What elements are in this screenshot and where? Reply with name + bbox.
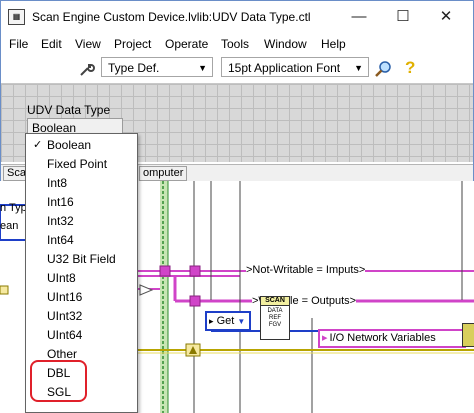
dropdown-arrow-icon: ▼	[237, 317, 246, 326]
title-bar[interactable]: ▦ Scan Engine Custom Device.lvlib:UDV Da…	[1, 1, 473, 33]
menu-file[interactable]: File	[9, 37, 28, 51]
menu-tools[interactable]: Tools	[221, 37, 249, 51]
option-int16[interactable]: Int16	[26, 193, 137, 212]
option-int8[interactable]: Int8	[26, 174, 137, 193]
font-dropdown[interactable]: 15pt Application Font ▼	[221, 57, 369, 77]
option-uint32[interactable]: UInt32	[26, 307, 137, 326]
scan-data-ref-fgv-icon[interactable]: SCAN DATA REF FGV	[260, 296, 290, 340]
minimize-button[interactable]: —	[337, 4, 381, 30]
window-title: Scan Engine Custom Device.lvlib:UDV Data…	[32, 10, 311, 24]
chevron-down-icon: ▼	[198, 63, 207, 73]
option-uint64[interactable]: UInt64	[26, 326, 137, 345]
chevron-down-icon: ▼	[354, 63, 363, 73]
io-network-variables-constant[interactable]: ▸ I/O Network Variables	[318, 329, 466, 348]
checkmark-icon: ✓	[33, 139, 43, 151]
arrow-icon: ▸	[209, 316, 214, 326]
red-highlight-annotation	[30, 360, 87, 402]
menu-edit[interactable]: Edit	[41, 37, 62, 51]
option-boolean[interactable]: ✓ Boolean	[26, 136, 137, 155]
node-fragment	[462, 323, 474, 347]
maximize-button[interactable]: ☐	[381, 4, 425, 30]
left-value-label: ean	[0, 220, 19, 232]
case-structure-border	[160, 181, 168, 413]
option-fixed-point[interactable]: Fixed Point	[26, 155, 137, 174]
option-int32[interactable]: Int32	[26, 212, 137, 231]
labview-app-icon[interactable]: ▦	[8, 9, 25, 25]
menu-bar: File Edit View Project Operate Tools Win…	[1, 33, 473, 53]
menu-operate[interactable]: Operate	[165, 37, 208, 51]
arrow-icon: ▸	[322, 332, 328, 344]
left-type-label: n Typ	[0, 202, 27, 214]
option-int64[interactable]: Int64	[26, 231, 137, 250]
control-type-dropdown[interactable]: Type Def. ▼	[101, 57, 213, 77]
close-button[interactable]: ✕	[424, 4, 468, 30]
option-uint8[interactable]: UInt8	[26, 269, 137, 288]
search-icon[interactable]	[373, 59, 393, 79]
option-u32-bit-field[interactable]: U32 Bit Field	[26, 250, 137, 269]
status-target: omputer	[139, 166, 187, 181]
option-uint16[interactable]: UInt16	[26, 288, 137, 307]
control-label: UDV Data Type	[27, 103, 111, 117]
menu-project[interactable]: Project	[114, 37, 151, 51]
menu-help[interactable]: Help	[321, 37, 346, 51]
case-label-not-writable[interactable]: >Not-Writable = Imputs>	[246, 264, 366, 276]
wrench-icon[interactable]	[79, 61, 95, 77]
menu-window[interactable]: Window	[264, 37, 307, 51]
menu-view[interactable]: View	[75, 37, 101, 51]
get-enum-constant[interactable]: ▸ Get ▼	[205, 311, 251, 331]
toolbar: Type Def. ▼ 15pt Application Font ▼ ?	[1, 53, 473, 84]
help-icon[interactable]: ?	[405, 58, 415, 78]
